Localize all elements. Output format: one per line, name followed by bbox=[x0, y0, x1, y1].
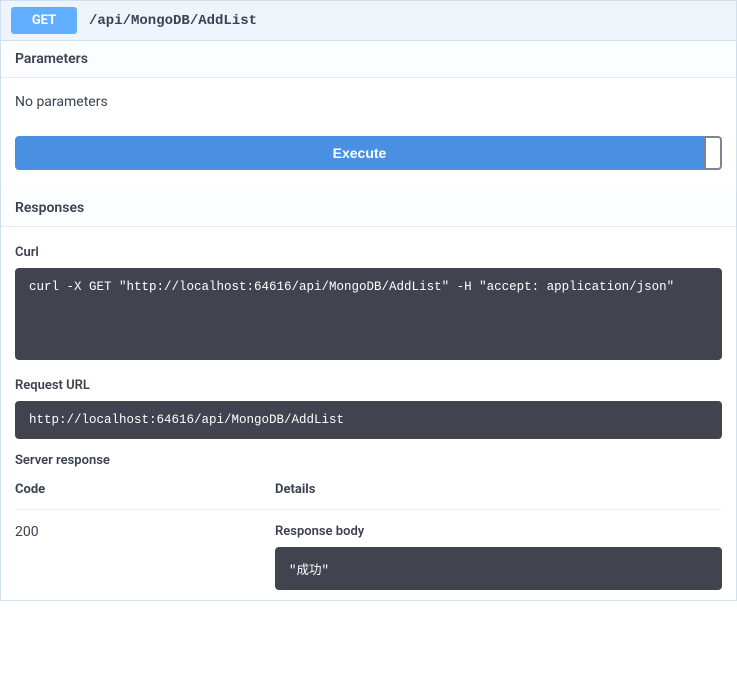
curl-command[interactable]: curl -X GET "http://localhost:64616/api/… bbox=[15, 268, 722, 360]
opblock: GET /api/MongoDB/AddList Parameters No p… bbox=[0, 0, 737, 601]
responses-heading: Responses bbox=[1, 190, 736, 227]
request-url-value[interactable]: http://localhost:64616/api/MongoDB/AddLi… bbox=[15, 401, 722, 439]
curl-heading: Curl bbox=[15, 245, 722, 260]
column-details: Details bbox=[275, 482, 722, 497]
table-header: Code Details bbox=[15, 476, 722, 510]
opblock-body: Parameters No parameters Execute Respons… bbox=[1, 40, 736, 600]
response-body-label: Response body bbox=[275, 524, 722, 539]
table-row: 200 Response body "成功" bbox=[15, 510, 722, 590]
parameters-section: No parameters Execute bbox=[1, 78, 736, 190]
column-code: Code bbox=[15, 482, 275, 497]
execute-button[interactable]: Execute bbox=[15, 136, 704, 170]
server-response-heading: Server response bbox=[15, 453, 722, 468]
request-url-heading: Request URL bbox=[15, 378, 722, 393]
parameters-heading: Parameters bbox=[1, 41, 736, 78]
endpoint-path: /api/MongoDB/AddList bbox=[89, 13, 257, 29]
response-body-value[interactable]: "成功" bbox=[275, 547, 722, 590]
no-parameters-text: No parameters bbox=[15, 94, 722, 110]
method-badge: GET bbox=[11, 7, 77, 34]
responses-section: Curl curl -X GET "http://localhost:64616… bbox=[1, 227, 736, 600]
clear-button[interactable] bbox=[704, 136, 722, 170]
server-response-table: Code Details 200 Response body "成功" bbox=[15, 476, 722, 590]
status-code: 200 bbox=[15, 524, 275, 590]
opblock-summary[interactable]: GET /api/MongoDB/AddList bbox=[1, 1, 736, 40]
